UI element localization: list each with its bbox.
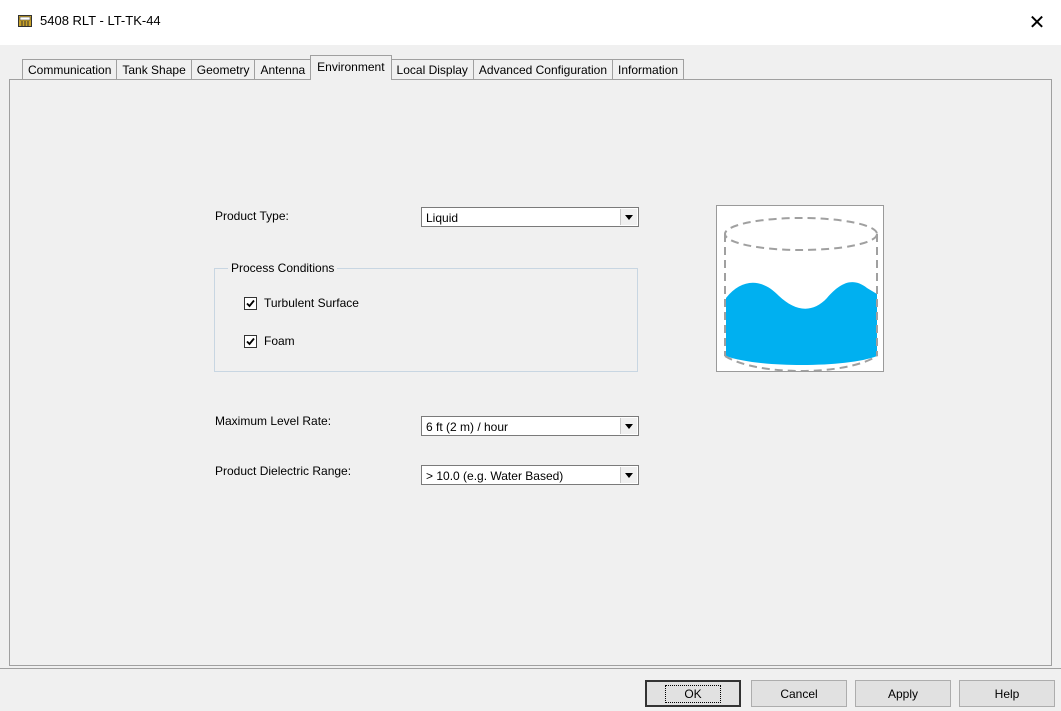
tab-tank-shape[interactable]: Tank Shape [116, 59, 192, 80]
tab-advanced-configuration[interactable]: Advanced Configuration [472, 59, 614, 80]
close-button[interactable]: ✕ [1019, 6, 1055, 38]
chevron-down-icon [620, 209, 637, 225]
dielectric-range-label: Product Dielectric Range: [215, 464, 352, 478]
help-button-label: Help [994, 686, 1020, 701]
tab-information[interactable]: Information [612, 59, 685, 80]
cancel-button-label: Cancel [780, 686, 818, 701]
tank-liquid-icon [724, 217, 878, 372]
tab-strip: Communication Tank Shape Geometry Antenn… [22, 55, 685, 80]
dielectric-range-value: > 10.0 (e.g. Water Based) [426, 469, 564, 483]
process-conditions-legend: Process Conditions [228, 261, 338, 275]
tab-communication[interactable]: Communication [22, 59, 118, 80]
chevron-down-icon [620, 418, 637, 434]
environment-panel [9, 79, 1052, 666]
ok-button-label: OK [665, 684, 721, 703]
checkbox-checked-icon [244, 334, 257, 348]
title-bar: 5408 RLT - LT-TK-44 ✕ [0, 0, 1061, 45]
app-device-icon [18, 15, 32, 27]
tab-local-display[interactable]: Local Display [390, 59, 474, 80]
tank-illustration [716, 205, 884, 372]
checkbox-checked-icon [244, 296, 257, 310]
foam-label: Foam [264, 334, 295, 348]
bottom-separator [0, 668, 1061, 669]
tab-environment[interactable]: Environment [310, 55, 392, 80]
ok-button[interactable]: OK [645, 680, 741, 707]
process-conditions-group [214, 268, 638, 372]
close-icon: ✕ [1028, 11, 1046, 34]
dielectric-range-select[interactable]: > 10.0 (e.g. Water Based) [421, 465, 639, 485]
max-level-rate-value: 6 ft (2 m) / hour [426, 420, 509, 434]
product-type-value: Liquid [426, 211, 459, 225]
chevron-down-icon [620, 467, 637, 483]
turbulent-surface-checkbox[interactable]: Turbulent Surface [244, 296, 359, 310]
foam-checkbox[interactable]: Foam [244, 334, 295, 348]
tab-antenna[interactable]: Antenna [254, 59, 312, 80]
max-level-rate-select[interactable]: 6 ft (2 m) / hour [421, 416, 639, 436]
apply-button[interactable]: Apply [855, 680, 951, 707]
turbulent-surface-label: Turbulent Surface [264, 296, 359, 310]
product-type-label: Product Type: [215, 209, 289, 223]
product-type-select[interactable]: Liquid [421, 207, 639, 227]
tab-geometry[interactable]: Geometry [190, 59, 256, 80]
help-button[interactable]: Help [959, 680, 1055, 707]
window-title: 5408 RLT - LT-TK-44 [40, 13, 161, 28]
cancel-button[interactable]: Cancel [751, 680, 847, 707]
max-level-rate-label: Maximum Level Rate: [215, 414, 332, 428]
apply-button-label: Apply [887, 686, 919, 701]
